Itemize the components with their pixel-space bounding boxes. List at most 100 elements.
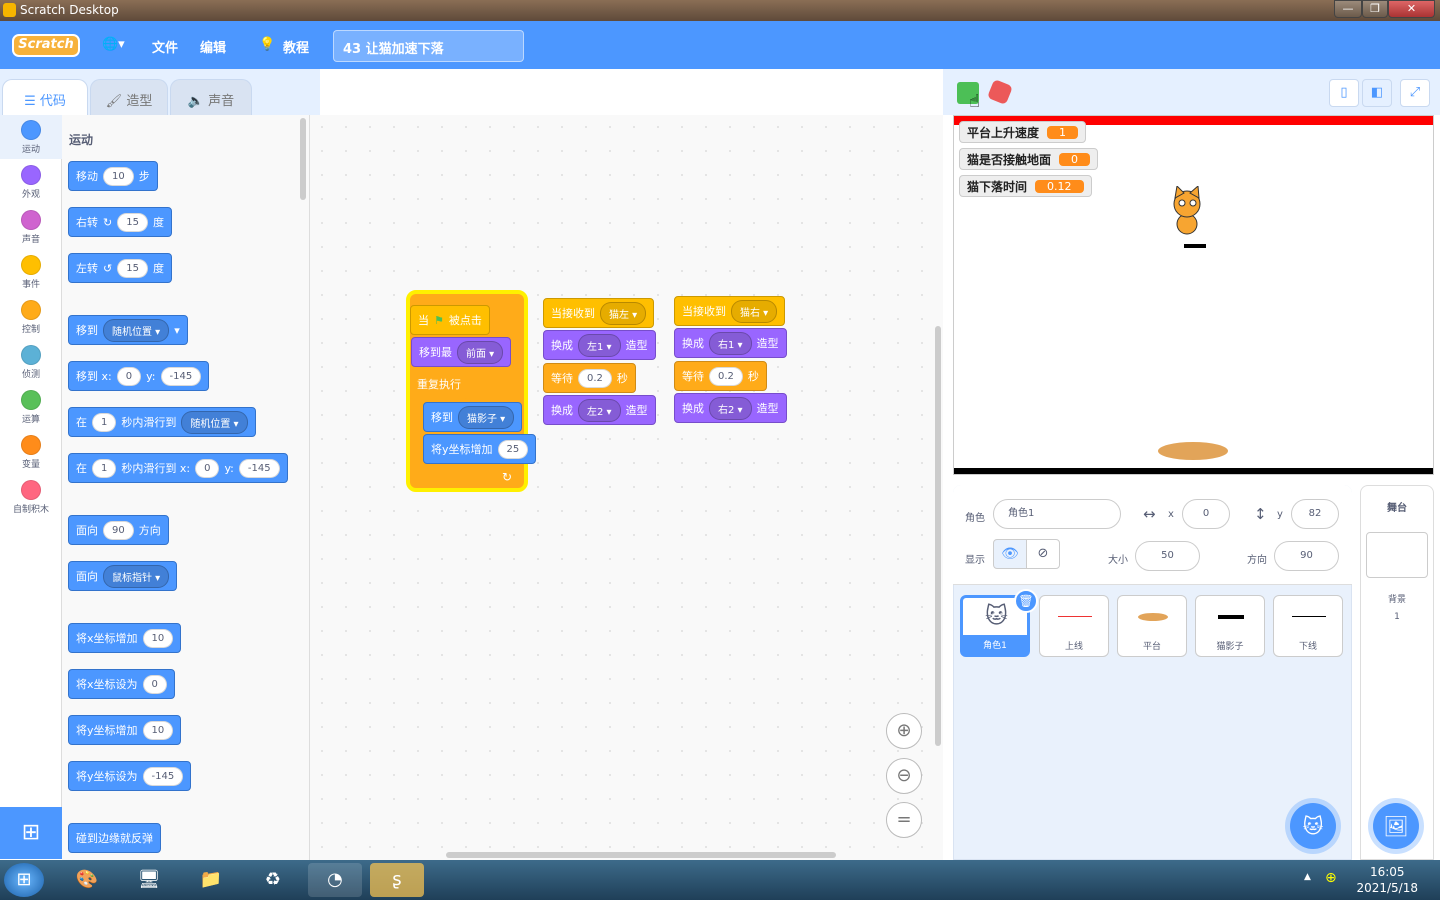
palette-heading: 运动 bbox=[69, 133, 94, 147]
taskbar-gauge-icon[interactable]: ◔ bbox=[308, 863, 362, 897]
block-point-towards[interactable]: 面向 鼠标指针 ▾ bbox=[68, 561, 178, 591]
category-dot-icon bbox=[21, 120, 41, 140]
block-glide-xy[interactable]: 在 1 秒内滑行到 x: 0 y: -145 bbox=[68, 453, 288, 483]
taskbar-monitor-icon[interactable]: 🖥 bbox=[122, 863, 176, 897]
speaker-icon: 🔈 bbox=[187, 94, 209, 109]
category-3[interactable]: 事件 bbox=[0, 255, 62, 290]
file-menu[interactable]: 文件 bbox=[152, 37, 178, 56]
sprite-tile[interactable]: 平台 bbox=[1117, 595, 1187, 657]
category-8[interactable]: 自制积木 bbox=[0, 480, 62, 515]
block-set-y[interactable]: 将y坐标设为 -145 bbox=[68, 761, 192, 791]
category-label: 运动 bbox=[21, 145, 40, 155]
block-change-y-25[interactable]: 将y坐标增加 25 bbox=[423, 434, 537, 464]
minimize-button[interactable]: — bbox=[1334, 0, 1362, 18]
tray-network-icon[interactable]: ⊕ bbox=[1325, 870, 1337, 886]
vertical-arrows-icon: ↕ bbox=[1254, 505, 1267, 523]
add-extension-button[interactable]: ⊞ bbox=[0, 807, 62, 859]
choose-backdrop-button[interactable]: 🖼 bbox=[1373, 803, 1419, 849]
small-stage-button[interactable]: ▯ bbox=[1329, 79, 1359, 107]
block-bounce[interactable]: 碰到边缘就反弹 bbox=[68, 823, 161, 853]
block-switch-costume-right1[interactable]: 换成 右1 ▾ 造型 bbox=[674, 328, 787, 358]
delete-sprite-icon[interactable]: 🗑 bbox=[1014, 589, 1038, 613]
direction-input[interactable]: 90 bbox=[1274, 541, 1339, 571]
block-turn-right[interactable]: 右转 ↻ 15 度 bbox=[68, 207, 172, 237]
hide-icon[interactable]: ⊘ bbox=[1026, 539, 1060, 569]
category-7[interactable]: 变量 bbox=[0, 435, 62, 470]
palette-scrollbar[interactable] bbox=[300, 118, 306, 200]
block-when-flag-clicked[interactable]: 当 ⚑ 被点击 bbox=[410, 305, 490, 335]
tutorials-menu[interactable]: 教程 bbox=[283, 37, 309, 56]
block-when-receive-left[interactable]: 当接收到 猫左 ▾ bbox=[543, 298, 655, 328]
category-6[interactable]: 运算 bbox=[0, 390, 62, 425]
category-1[interactable]: 外观 bbox=[0, 165, 62, 200]
taskbar-app-icon[interactable]: 🎨 bbox=[60, 863, 114, 897]
block-wait-right[interactable]: 等待 0.2 秒 bbox=[674, 361, 767, 391]
monitor-cat-fall-time: 猫下落时间 0.12 bbox=[959, 175, 1092, 197]
block-goto[interactable]: 移到 随机位置 ▾ ▾ bbox=[68, 315, 188, 345]
block-turn-left[interactable]: 左转 ↺ 15 度 bbox=[68, 253, 172, 283]
cat-sprite[interactable] bbox=[1166, 186, 1208, 238]
zoom-reset-icon[interactable]: = bbox=[886, 802, 922, 838]
sprite-tile[interactable]: 猫影子 bbox=[1195, 595, 1265, 657]
category-4[interactable]: 控制 bbox=[0, 300, 62, 335]
category-0[interactable]: 运动 bbox=[0, 120, 62, 155]
block-switch-costume-right2[interactable]: 换成 右2 ▾ 造型 bbox=[674, 393, 787, 423]
backdrop-count: 1 bbox=[1394, 612, 1400, 622]
taskbar-sync-icon[interactable]: ♻ bbox=[246, 863, 300, 897]
cat-thumbnail-icon: 🐱 bbox=[985, 604, 1008, 629]
block-goto-shadow[interactable]: 移到 猫影子 ▾ bbox=[423, 402, 523, 432]
taskbar-folder-icon[interactable]: 📁 bbox=[184, 863, 238, 897]
category-label: 变量 bbox=[21, 460, 40, 470]
tab-code[interactable]: ☰ 代码 bbox=[2, 79, 88, 115]
category-dot-icon bbox=[21, 165, 41, 185]
block-forever[interactable]: 重复执行 bbox=[410, 369, 468, 399]
block-change-x[interactable]: 将x坐标增加 10 bbox=[68, 623, 182, 653]
show-visible-icon[interactable]: 👁 bbox=[993, 539, 1027, 569]
loop-arrow-icon: ↻ bbox=[502, 470, 513, 484]
tab-sounds[interactable]: 🔈 声音 bbox=[170, 79, 252, 115]
stage-canvas[interactable]: 平台上升速度 1 猫是否接触地面 0 猫下落时间 0.12 bbox=[953, 115, 1434, 475]
tray-expand-icon[interactable]: ▲ bbox=[1304, 872, 1311, 882]
block-when-receive-right[interactable]: 当接收到 猫右 ▾ bbox=[674, 296, 786, 326]
sprite-tile[interactable]: 上线 bbox=[1039, 595, 1109, 657]
taskbar-scratch-icon[interactable]: ʂ bbox=[370, 863, 424, 897]
close-button[interactable]: ✕ bbox=[1388, 0, 1435, 18]
clock[interactable]: 16:05 2021/5/18 bbox=[1356, 864, 1418, 896]
scratch-logo[interactable]: Scratch bbox=[12, 34, 80, 57]
block-go-to-front[interactable]: 移到最 前面 ▾ bbox=[411, 337, 512, 367]
sprite-tile[interactable]: 下线 bbox=[1273, 595, 1343, 657]
block-glide[interactable]: 在 1 秒内滑行到 随机位置 ▾ bbox=[68, 407, 256, 437]
zoom-out-icon[interactable]: ⊖ bbox=[886, 758, 922, 794]
project-title-input[interactable]: 43 让猫加速下落 bbox=[333, 30, 524, 62]
language-menu[interactable]: 🌐▾ bbox=[102, 37, 125, 52]
x-input[interactable]: 0 bbox=[1182, 499, 1230, 529]
workspace-h-scrollbar[interactable] bbox=[446, 852, 836, 858]
category-label: 侦测 bbox=[21, 370, 40, 380]
workspace-v-scrollbar[interactable] bbox=[935, 326, 941, 746]
block-wait-left[interactable]: 等待 0.2 秒 bbox=[543, 363, 636, 393]
block-goto-xy[interactable]: 移到 x: 0 y: -145 bbox=[68, 361, 210, 391]
block-point-direction[interactable]: 面向 90 方向 bbox=[68, 515, 169, 545]
direction-label: 方向 bbox=[1247, 555, 1267, 566]
block-move-steps[interactable]: 移动 10 步 bbox=[68, 161, 158, 191]
code-workspace[interactable] bbox=[310, 115, 943, 860]
tab-costumes[interactable]: 🖌 造型 bbox=[90, 79, 168, 115]
edit-menu[interactable]: 编辑 bbox=[200, 37, 226, 56]
maximize-button[interactable]: ❐ bbox=[1362, 0, 1388, 18]
fullscreen-button[interactable]: ⤢ bbox=[1400, 79, 1430, 107]
backdrop-thumbnail[interactable] bbox=[1366, 532, 1428, 578]
category-2[interactable]: 声音 bbox=[0, 210, 62, 245]
large-stage-button[interactable]: ◧ bbox=[1362, 79, 1392, 107]
start-button[interactable]: ⊞ bbox=[4, 863, 44, 897]
choose-sprite-button[interactable]: 🐱 bbox=[1290, 803, 1336, 849]
y-input[interactable]: 82 bbox=[1291, 499, 1339, 529]
block-set-x[interactable]: 将x坐标设为 0 bbox=[68, 669, 175, 699]
sprite-name-input[interactable]: 角色1 bbox=[993, 499, 1121, 529]
zoom-in-icon[interactable]: ⊕ bbox=[886, 713, 922, 749]
block-switch-costume-left2[interactable]: 换成 左2 ▾ 造型 bbox=[543, 395, 656, 425]
app-icon bbox=[3, 3, 16, 17]
block-switch-costume-left1[interactable]: 换成 左1 ▾ 造型 bbox=[543, 330, 656, 360]
category-5[interactable]: 侦测 bbox=[0, 345, 62, 380]
block-change-y[interactable]: 将y坐标增加 10 bbox=[68, 715, 182, 745]
size-input[interactable]: 50 bbox=[1135, 541, 1200, 571]
